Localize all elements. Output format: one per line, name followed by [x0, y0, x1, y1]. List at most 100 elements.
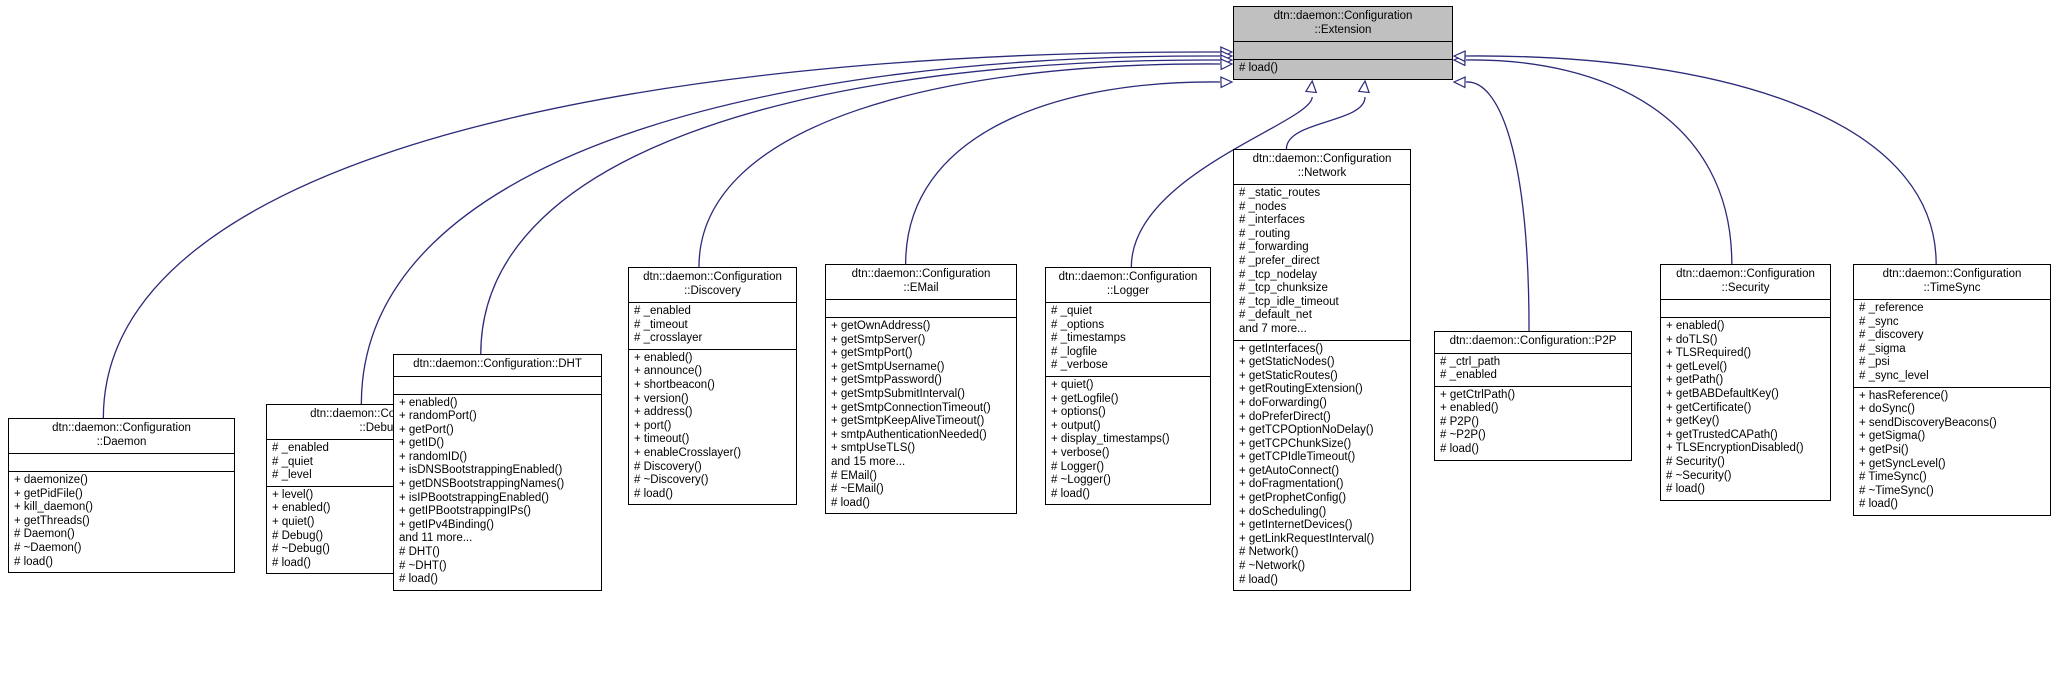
class-node-discovery[interactable]: dtn::daemon::Configuration ::Discovery# … — [628, 267, 797, 506]
class-operations: # load() — [1234, 60, 1452, 79]
attribute-row: # _sync_level — [1859, 369, 1929, 382]
operation-row: + enabled() — [399, 396, 458, 409]
operation-row: + getSmtpConnectionTimeout() — [831, 401, 991, 414]
operation-row: + timeout() — [634, 433, 690, 446]
attribute-row: # _enabled — [634, 305, 691, 317]
attribute-row: # _crosslayer — [634, 332, 703, 345]
operation-row: + getSmtpPort() — [831, 347, 913, 360]
operation-row: + getThreads() — [14, 514, 90, 527]
class-attributes: # _static_routes # _nodes # _interfaces # _… — [1234, 185, 1410, 340]
operation-row: + enableCrosslayer() — [634, 446, 742, 459]
operation-row: + getOwnAddress() — [831, 320, 931, 332]
operation-row: + daemonize() — [14, 474, 88, 486]
operation-row: + sendDiscoveryBeacons() — [1859, 416, 1997, 429]
attribute-row: # _discovery — [1859, 329, 1924, 342]
operation-row: + shortbeacon() — [634, 378, 715, 391]
attribute-row: # _timestamps — [1051, 332, 1126, 345]
operation-row: + verbose() — [1051, 446, 1110, 459]
operation-row: # load() — [634, 487, 673, 500]
operation-row: # ~Logger() — [1051, 474, 1111, 487]
operation-row: + getSmtpKeepAliveTimeout() — [831, 415, 985, 428]
class-name: dtn::daemon::Configuration::P2P — [1449, 335, 1617, 347]
generalization-edge — [904, 81, 1221, 265]
generalization-arrowhead — [1452, 76, 1466, 89]
operation-row: + getIPv4Binding() — [399, 518, 494, 531]
attribute-row: # _enabled — [1440, 369, 1497, 382]
operation-row: # ~Daemon() — [14, 541, 82, 554]
generalization-arrowhead — [1220, 76, 1234, 89]
class-node-daemon[interactable]: dtn::daemon::Configuration ::Daemon + dae… — [8, 418, 235, 574]
class-node-p2p[interactable]: dtn::daemon::Configuration::P2P# _ctrl_p… — [1434, 331, 1632, 461]
operation-row: + getTCPChunkSize() — [1239, 437, 1352, 450]
operation-row: + TLSEncryptionDisabled() — [1666, 442, 1804, 455]
attribute-row: # _quiet — [1051, 305, 1092, 317]
class-node-network[interactable]: dtn::daemon::Configuration ::Network# _s… — [1233, 149, 1411, 592]
operation-row: # Logger() — [1051, 460, 1105, 473]
class-name: dtn::daemon::Configuration ::Security — [1676, 268, 1815, 294]
attribute-row: # _tcp_idle_timeout — [1239, 295, 1339, 308]
generalization-arrowhead — [1452, 54, 1466, 67]
generalization-arrowhead — [1304, 79, 1318, 94]
class-attributes: # _reference # _sync # _discovery # _sigma #… — [1854, 300, 2050, 387]
class-attributes — [1234, 42, 1452, 59]
operation-row: # ~Security() — [1666, 469, 1732, 482]
class-operations: + getInterfaces() + getStaticNodes() + get… — [1234, 341, 1410, 591]
class-attributes — [9, 454, 234, 471]
operation-row: # ~DHT() — [399, 559, 447, 572]
operation-row: + output() — [1051, 419, 1101, 432]
class-name: dtn::daemon::Configuration ::Network — [1252, 153, 1392, 179]
operation-row: + getInternetDevices() — [1239, 519, 1353, 532]
operation-row: + display_timestamps() — [1051, 433, 1170, 446]
class-name: dtn::daemon::Configuration ::Extension — [1273, 10, 1413, 36]
class-node-timesync[interactable]: dtn::daemon::Configuration ::TimeSync # _… — [1853, 264, 2051, 516]
operation-row: # load() — [1239, 573, 1278, 586]
class-node-extension[interactable]: dtn::daemon::Configuration ::Extension# … — [1233, 6, 1453, 80]
operation-row: + announce() — [634, 365, 703, 378]
operation-row: + port() — [634, 419, 672, 432]
attribute-row: # _ctrl_path — [1440, 355, 1501, 368]
generalization-arrowhead — [1357, 79, 1370, 94]
generalization-edge — [698, 63, 1221, 268]
operation-row: # EMail() — [831, 469, 878, 482]
operation-row: + doForwarding() — [1239, 396, 1327, 409]
class-node-email[interactable]: dtn::daemon::Configuration ::EMail + getO… — [825, 264, 1017, 515]
operation-row: + getLogfile() — [1051, 392, 1119, 405]
class-attributes — [394, 377, 601, 394]
class-operations: + enabled() + randomPort() + getPort() + ge… — [394, 395, 601, 590]
operation-row: # ~Discovery() — [634, 474, 709, 487]
operation-row: + smtpAuthenticationNeeded() — [831, 428, 987, 441]
generalization-arrowhead — [1452, 50, 1466, 63]
class-node-dht[interactable]: dtn::daemon::Configuration::DHT + enabled… — [393, 354, 602, 591]
class-attributes: # _enabled # _timeout # _crosslayer — [629, 303, 796, 349]
operation-row: + doScheduling() — [1239, 505, 1327, 518]
operation-row: + kill_daemon() — [14, 501, 93, 514]
attribute-row: # _routing — [1239, 227, 1291, 240]
operation-row: + hasReference() — [1859, 389, 1949, 402]
class-operations: + enabled() + doTLS() + TLSRequired() + get… — [1661, 318, 1830, 500]
operation-row: + getTCPOptionNoDelay() — [1239, 424, 1374, 437]
operation-row: # Security() — [1666, 455, 1725, 468]
operation-row: # load() — [1666, 483, 1705, 496]
attribute-row: # _forwarding — [1239, 241, 1309, 254]
class-node-security[interactable]: dtn::daemon::Configuration ::Security+ e… — [1660, 264, 1831, 501]
operation-row: + getPidFile() — [14, 487, 83, 500]
operation-row: + quiet() — [1051, 378, 1094, 391]
class-attributes: # _ctrl_path # _enabled — [1435, 354, 1631, 386]
operation-row: and 15 more... — [831, 455, 906, 468]
operation-row: and 11 more... — [399, 532, 473, 545]
operation-row: + smtpUseTLS() — [831, 442, 916, 455]
operation-row: + doSync() — [1859, 403, 1915, 416]
operation-row: # load() — [1051, 487, 1090, 500]
operation-row: + TLSRequired() — [1666, 347, 1752, 360]
operation-row: + enabled() — [1440, 402, 1499, 415]
operation-row: + getTrustedCAPath() — [1666, 428, 1778, 441]
operation-row: + getSigma() — [1859, 430, 1926, 443]
class-operations: + daemonize() + getPidFile() + kill_daemon… — [9, 472, 234, 572]
class-name: dtn::daemon::Configuration ::Discovery — [643, 271, 782, 297]
class-node-logger[interactable]: dtn::daemon::Configuration ::Logger # _qu… — [1045, 267, 1211, 506]
operation-row: # load() — [1440, 443, 1479, 456]
uml-inheritance-diagram: dtn::daemon::Configuration ::Extension# … — [0, 0, 2059, 688]
operation-row: # load() — [399, 573, 438, 586]
attribute-row: # _options — [1051, 318, 1105, 331]
operation-row: + getBABDefaultKey() — [1666, 387, 1779, 400]
